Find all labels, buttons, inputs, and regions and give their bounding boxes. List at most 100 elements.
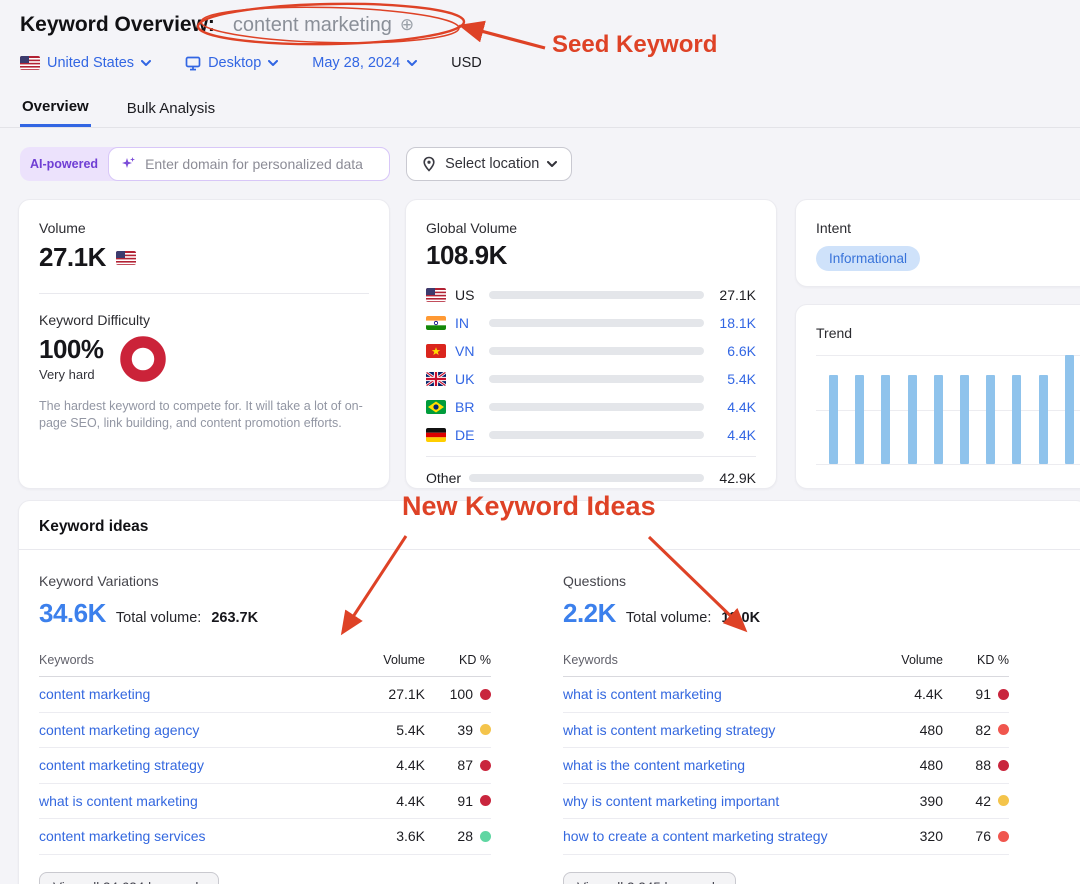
header-volume: Volume [881, 653, 943, 667]
total-volume-value: 263.7K [211, 610, 258, 626]
volume-difficulty-card: Volume 27.1K Keyword Difficulty 100% Ver… [18, 199, 390, 489]
gridline [816, 355, 1080, 356]
select-location-dropdown[interactable]: Select location [406, 147, 572, 181]
keyword-questions-column: Questions2.2KTotal volume:18.0KKeywordsV… [563, 550, 1009, 884]
country-row-vn: VN 6.6K [426, 337, 756, 365]
keyword-ideas-columns: Keyword Variations34.6KTotal volume:263.… [19, 550, 1080, 884]
kd-dot-icon [480, 689, 491, 700]
global-volume-card: Global Volume 108.9K US27.1KIN18.1KVN6.6… [405, 199, 777, 489]
keyword-link[interactable]: content marketing [39, 686, 150, 702]
keyword-link[interactable]: how to create a content marketing strate… [563, 828, 828, 844]
country-code: US [455, 287, 489, 303]
trend-bar [1012, 375, 1021, 464]
kd-cell: 28 [425, 828, 491, 844]
personalization-toolbar: AI-powered Select location [20, 146, 1080, 182]
header-volume: Volume [363, 653, 425, 667]
volume-cell: 480 [881, 722, 943, 738]
total-volume-value: 18.0K [721, 610, 760, 626]
kd-cell: 76 [943, 828, 1009, 844]
country-code[interactable]: DE [455, 427, 489, 443]
view-all-questions-button[interactable]: View all 2,245 keywords [563, 872, 736, 884]
trend-bar [986, 375, 995, 464]
country-volume-value[interactable]: 18.1K [704, 315, 756, 331]
kd-dot-icon [998, 689, 1009, 700]
column-title: Keyword Variations [39, 573, 491, 589]
global-volume-label: Global Volume [426, 220, 756, 236]
kd-cell: 87 [425, 757, 491, 773]
keyword-variations-column: Keyword Variations34.6KTotal volume:263.… [39, 550, 491, 884]
monitor-icon [185, 56, 201, 71]
keyword-link[interactable]: content marketing agency [39, 722, 199, 738]
currency-label: USD [451, 55, 482, 71]
country-volume-value[interactable]: 4.4K [704, 427, 756, 443]
country-row-uk: UK 5.4K [426, 365, 756, 393]
br-flag-icon [426, 400, 446, 414]
country-code[interactable]: VN [455, 343, 489, 359]
trend-bar [960, 375, 969, 464]
tab-bulk-analysis[interactable]: Bulk Analysis [125, 92, 217, 127]
view-all-variations-button[interactable]: View all 34,634 keywords [39, 872, 219, 884]
country-row-in: IN 18.1K [426, 309, 756, 337]
country-code: Other [426, 470, 469, 486]
keyword-link[interactable]: content marketing strategy [39, 757, 204, 773]
kd-dot-icon [998, 795, 1009, 806]
country-row-br: BR 4.4K [426, 393, 756, 421]
kd-cell: 82 [943, 722, 1009, 738]
intent-card: Intent Informational [795, 199, 1080, 287]
difficulty-value: 100% [39, 334, 104, 365]
volume-value: 27.1K [39, 242, 106, 273]
country-volume-value[interactable]: 4.4K [704, 399, 756, 415]
page-header: Keyword Overview: content marketing ⊕ Un… [0, 0, 1080, 128]
country-volume-value[interactable]: 6.6K [704, 343, 756, 359]
trend-bar [908, 375, 917, 464]
country-volume-bar [489, 319, 704, 327]
header-keywords: Keywords [39, 653, 363, 667]
volume-cell: 4.4K [881, 686, 943, 702]
keyword-link[interactable]: what is content marketing [39, 793, 198, 809]
trend-bar [881, 375, 890, 464]
kd-dot-icon [480, 831, 491, 842]
chevron-down-icon [141, 60, 151, 66]
tab-overview[interactable]: Overview [20, 92, 91, 127]
column-total-count: 34.6K [39, 598, 106, 629]
column-title: Questions [563, 573, 1009, 589]
trend-bar [855, 375, 864, 464]
us-flag-icon [20, 56, 40, 70]
difficulty-label: Keyword Difficulty [39, 312, 369, 328]
keyword-link[interactable]: what is content marketing [563, 686, 722, 702]
table-row: content marketing strategy4.4K87 [39, 748, 491, 784]
trend-bar-chart [816, 355, 1077, 464]
country-code[interactable]: IN [455, 315, 489, 331]
domain-input-box [108, 147, 390, 181]
domain-input[interactable] [145, 156, 377, 172]
country-volume-value[interactable]: 5.4K [704, 371, 756, 387]
volume-cell: 4.4K [363, 793, 425, 809]
country-code[interactable]: BR [455, 399, 489, 415]
divider [39, 293, 369, 294]
intent-badge[interactable]: Informational [816, 246, 920, 271]
sparkles-icon [121, 156, 137, 172]
kd-dot-icon [480, 760, 491, 771]
country-filter[interactable]: United States [20, 55, 151, 71]
kd-dot-icon [480, 795, 491, 806]
us-flag-icon [116, 251, 136, 265]
device-filter[interactable]: Desktop [185, 55, 278, 71]
keyword-link[interactable]: what is content marketing strategy [563, 722, 775, 738]
kd-dot-icon [998, 724, 1009, 735]
table-row: content marketing27.1K100 [39, 677, 491, 713]
de-flag-icon [426, 428, 446, 442]
table-row: what is content marketing strategy 48082 [563, 713, 1009, 749]
tab-bar: Overview Bulk Analysis [0, 92, 1080, 128]
country-code[interactable]: UK [455, 371, 489, 387]
chevron-down-icon [547, 161, 557, 167]
keyword-link[interactable]: content marketing services [39, 828, 206, 844]
kd-cell: 91 [943, 686, 1009, 702]
date-filter[interactable]: May 28, 2024 [312, 55, 417, 71]
kd-dot-icon [998, 831, 1009, 842]
add-keyword-icon[interactable]: ⊕ [400, 15, 414, 35]
keyword-link[interactable]: why is content marketing important [563, 793, 779, 809]
volume-cell: 390 [881, 793, 943, 809]
keyword-link[interactable]: what is the content marketing [563, 757, 745, 773]
difficulty-level: Very hard [39, 367, 104, 382]
vn-flag-icon [426, 344, 446, 358]
